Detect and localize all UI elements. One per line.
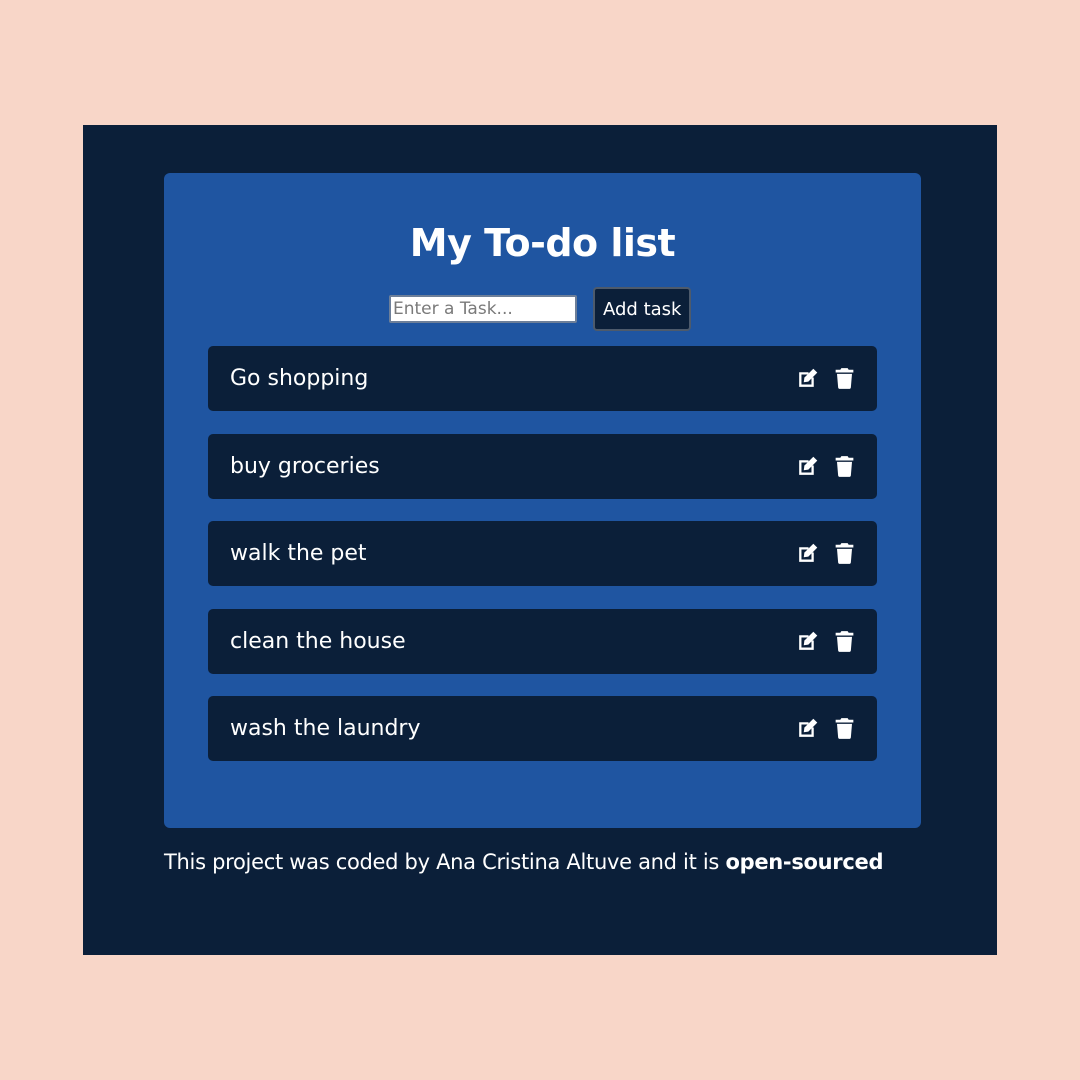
edit-icon[interactable] bbox=[795, 629, 820, 654]
task-item: buy groceries bbox=[208, 433, 877, 499]
task-item: wash the laundry bbox=[208, 696, 877, 761]
trash-icon[interactable] bbox=[832, 454, 857, 479]
task-item: walk the pet bbox=[208, 521, 877, 586]
trash-icon[interactable] bbox=[832, 629, 857, 654]
task-text: wash the laundry bbox=[230, 716, 421, 741]
app-frame: My To-do list Add task Go shopping buy g… bbox=[83, 125, 997, 955]
open-source-link[interactable]: open-sourced bbox=[725, 850, 883, 874]
task-input[interactable] bbox=[389, 295, 577, 323]
edit-icon[interactable] bbox=[795, 541, 820, 566]
footer-text: This project was coded by Ana Cristina A… bbox=[164, 850, 726, 874]
edit-icon[interactable] bbox=[795, 454, 820, 479]
task-item: clean the house bbox=[208, 608, 877, 674]
footer-credit: This project was coded by Ana Cristina A… bbox=[164, 850, 921, 874]
task-text: walk the pet bbox=[230, 541, 367, 566]
trash-icon[interactable] bbox=[832, 541, 857, 566]
trash-icon[interactable] bbox=[832, 716, 857, 741]
task-text: Go shopping bbox=[230, 366, 369, 391]
edit-icon[interactable] bbox=[795, 366, 820, 391]
task-item: Go shopping bbox=[208, 346, 877, 411]
task-list: Go shopping buy groceries walk the pet c… bbox=[208, 346, 877, 784]
page-title: My To-do list bbox=[409, 221, 676, 265]
add-task-form: Add task bbox=[389, 287, 692, 331]
task-text: buy groceries bbox=[230, 453, 380, 479]
todo-card: My To-do list Add task Go shopping buy g… bbox=[164, 173, 921, 828]
add-task-button[interactable]: Add task bbox=[593, 287, 692, 331]
trash-icon[interactable] bbox=[832, 366, 857, 391]
edit-icon[interactable] bbox=[795, 716, 820, 741]
task-text: clean the house bbox=[230, 628, 406, 654]
